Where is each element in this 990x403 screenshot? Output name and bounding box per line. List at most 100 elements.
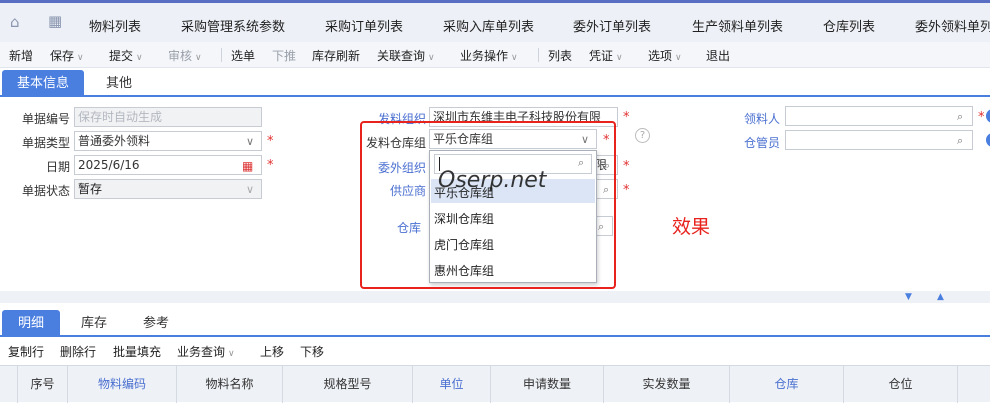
divider	[221, 48, 222, 62]
col-location[interactable]: 仓位	[844, 366, 958, 403]
watermark: Oserp.net	[438, 168, 547, 193]
move-down-button[interactable]: 下移	[300, 343, 324, 360]
required-mark: *	[623, 110, 630, 125]
bill-no-label: 单据编号	[21, 112, 70, 126]
col-actual-qty[interactable]: 实发数量	[604, 366, 730, 403]
tab-production-pick-list[interactable]: 生产领料单列表	[692, 16, 783, 35]
chevron-down-icon: ∨	[228, 349, 235, 359]
keeper-input[interactable]: ⌕	[785, 130, 973, 150]
submit-label: 提交	[109, 49, 134, 63]
business-op-label: 业务操作	[460, 49, 509, 63]
detail-tabs: 明细 库存 参考	[0, 310, 990, 337]
picker-input[interactable]: ⌕	[785, 106, 973, 126]
required-mark: *	[623, 159, 630, 174]
tab-reference[interactable]: 参考	[132, 310, 180, 337]
audit-label: 审核	[168, 49, 193, 63]
options-label: 选项	[648, 49, 673, 63]
chevron-down-icon: ∨	[246, 183, 255, 196]
search-icon[interactable]: ⌕	[957, 132, 963, 149]
status-select[interactable]: 暂存 ∨	[74, 179, 262, 199]
move-up-button[interactable]: 上移	[260, 343, 284, 360]
required-mark: *	[623, 183, 630, 198]
tab-purchase-receipt-list[interactable]: 采购入库单列表	[443, 16, 534, 35]
new-button[interactable]: 新增	[9, 47, 33, 64]
col-apply-qty[interactable]: 申请数量	[491, 366, 604, 403]
col-seq[interactable]: 序号	[18, 366, 68, 403]
tab-stock[interactable]: 库存	[70, 310, 118, 337]
bill-no-input[interactable]: 保存时自动生成	[74, 107, 262, 127]
divider	[538, 48, 539, 62]
col-unit[interactable]: 单位	[413, 366, 491, 403]
bill-type-select[interactable]: 普通委外领料 ∨	[74, 131, 262, 151]
col-material-code[interactable]: 物料编码	[68, 366, 177, 403]
business-op-button[interactable]: 业务操作 ∨	[460, 47, 518, 64]
exit-button[interactable]: 退出	[706, 47, 730, 64]
submit-button[interactable]: 提交 ∨	[109, 47, 143, 64]
main-tabs: 基本信息 其他	[0, 70, 990, 97]
push-down-button[interactable]: 下推	[272, 47, 296, 64]
apps-grid-icon[interactable]: ▦	[48, 12, 62, 30]
picker-label: 领料人	[743, 112, 780, 126]
chevron-down-icon: ∨	[246, 135, 255, 148]
tab-purchase-params[interactable]: 采购管理系统参数	[181, 16, 285, 35]
copy-row-button[interactable]: 复制行	[8, 343, 44, 360]
chevron-down-icon: ∨	[77, 53, 84, 63]
chevron-down-icon: ∨	[428, 53, 435, 63]
keeper-label: 仓管员	[743, 136, 780, 150]
bill-type-label: 单据类型	[21, 136, 70, 150]
biz-query-label: 业务查询	[177, 345, 226, 359]
status-label: 单据状态	[21, 184, 70, 198]
bill-type-value: 普通委外领料	[78, 134, 151, 148]
voucher-button[interactable]: 凭证 ∨	[589, 47, 623, 64]
home-icon[interactable]: ⌂	[10, 13, 20, 31]
top-tab-bar: ⌂ ▦ 物料列表 采购管理系统参数 采购订单列表 采购入库单列表 委外订单列表 …	[0, 0, 990, 42]
tab-other[interactable]: 其他	[92, 70, 146, 97]
date-label: 日期	[45, 160, 70, 174]
status-value: 暂存	[78, 182, 103, 196]
tab-warehouse-list[interactable]: 仓库列表	[823, 16, 875, 35]
chevron-down-icon: ∨	[511, 53, 518, 63]
tab-basic-info[interactable]: 基本信息	[2, 70, 84, 97]
batch-fill-button[interactable]: 批量填充	[113, 343, 161, 360]
calendar-icon[interactable]: ▦	[242, 157, 253, 174]
required-mark: *	[978, 110, 985, 125]
collapse-up-icon[interactable]: ▲	[937, 292, 944, 302]
refresh-stock-button[interactable]: 库存刷新	[312, 47, 360, 64]
collapse-down-icon[interactable]: ▼	[905, 292, 912, 302]
options-button[interactable]: 选项 ∨	[648, 47, 682, 64]
col-material-name[interactable]: 物料名称	[177, 366, 283, 403]
splitter[interactable]	[0, 291, 990, 303]
side-panel-handle-icon[interactable]	[986, 109, 990, 123]
main-toolbar: 新增 保存 ∨ 提交 ∨ 审核 ∨ 选单 下推 库存刷新 关联查询 ∨ 业务操作 ∨ 列表…	[0, 42, 990, 68]
audit-button[interactable]: 审核 ∨	[168, 47, 202, 64]
tab-outsource-pick-list[interactable]: 委外领料单列	[915, 16, 990, 35]
date-value: 2025/6/16	[78, 158, 140, 172]
effect-annotation: 效果	[672, 216, 711, 238]
tab-material-list[interactable]: 物料列表	[89, 16, 141, 35]
col-warehouse[interactable]: 仓库	[730, 366, 844, 403]
col-spec[interactable]: 规格型号	[283, 366, 413, 403]
search-icon[interactable]: ⌕	[957, 108, 963, 125]
delete-row-button[interactable]: 删除行	[60, 343, 96, 360]
save-label: 保存	[50, 49, 75, 63]
tab-detail[interactable]: 明细	[2, 310, 60, 337]
required-mark: *	[267, 134, 274, 149]
chevron-down-icon: ∨	[136, 53, 143, 63]
voucher-label: 凭证	[589, 49, 614, 63]
biz-query-button[interactable]: 业务查询 ∨	[177, 343, 235, 360]
save-button[interactable]: 保存 ∨	[50, 47, 84, 64]
help-icon[interactable]: ?	[635, 128, 650, 143]
detail-grid-header: 序号 物料编码 物料名称 规格型号 单位 申请数量 实发数量 仓库 仓位	[0, 365, 990, 403]
highlight-box	[360, 121, 616, 289]
chevron-down-icon: ∨	[675, 53, 682, 63]
date-input[interactable]: 2025/6/16 ▦	[74, 155, 262, 175]
related-query-label: 关联查询	[377, 49, 426, 63]
row-selector-header[interactable]	[0, 366, 18, 403]
tab-purchase-order-list[interactable]: 采购订单列表	[325, 16, 403, 35]
side-panel-handle-icon[interactable]	[986, 133, 990, 147]
select-order-button[interactable]: 选单	[231, 47, 255, 64]
related-query-button[interactable]: 关联查询 ∨	[377, 47, 435, 64]
chevron-down-icon: ∨	[616, 53, 623, 63]
tab-outsource-order-list[interactable]: 委外订单列表	[573, 16, 651, 35]
list-button[interactable]: 列表	[548, 47, 572, 64]
